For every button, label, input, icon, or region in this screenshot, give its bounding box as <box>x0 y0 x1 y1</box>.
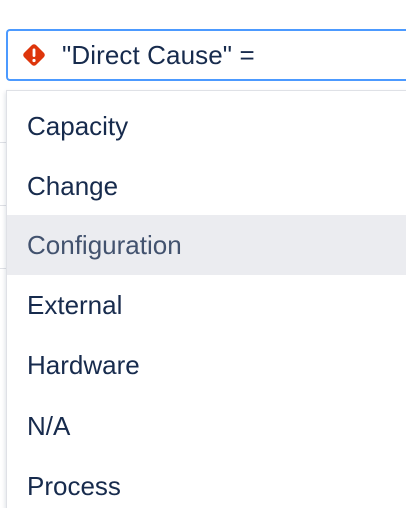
option-capacity[interactable]: Capacity <box>7 96 406 156</box>
option-change[interactable]: Change <box>7 156 406 216</box>
option-hardware[interactable]: Hardware <box>7 335 406 395</box>
option-configuration[interactable]: Configuration <box>7 215 406 275</box>
error-icon <box>20 41 48 69</box>
option-process[interactable]: Process <box>7 456 406 508</box>
option-external[interactable]: External <box>7 275 406 335</box>
jql-query-input[interactable]: "Direct Cause" = <box>6 29 406 81</box>
query-text: "Direct Cause" = <box>62 39 255 70</box>
option-na[interactable]: N/A <box>7 396 406 456</box>
value-suggestions-dropdown: Capacity Change Configuration External H… <box>6 90 406 508</box>
jql-editor-page: "Direct Cause" = Capacity Change Configu… <box>0 0 406 508</box>
